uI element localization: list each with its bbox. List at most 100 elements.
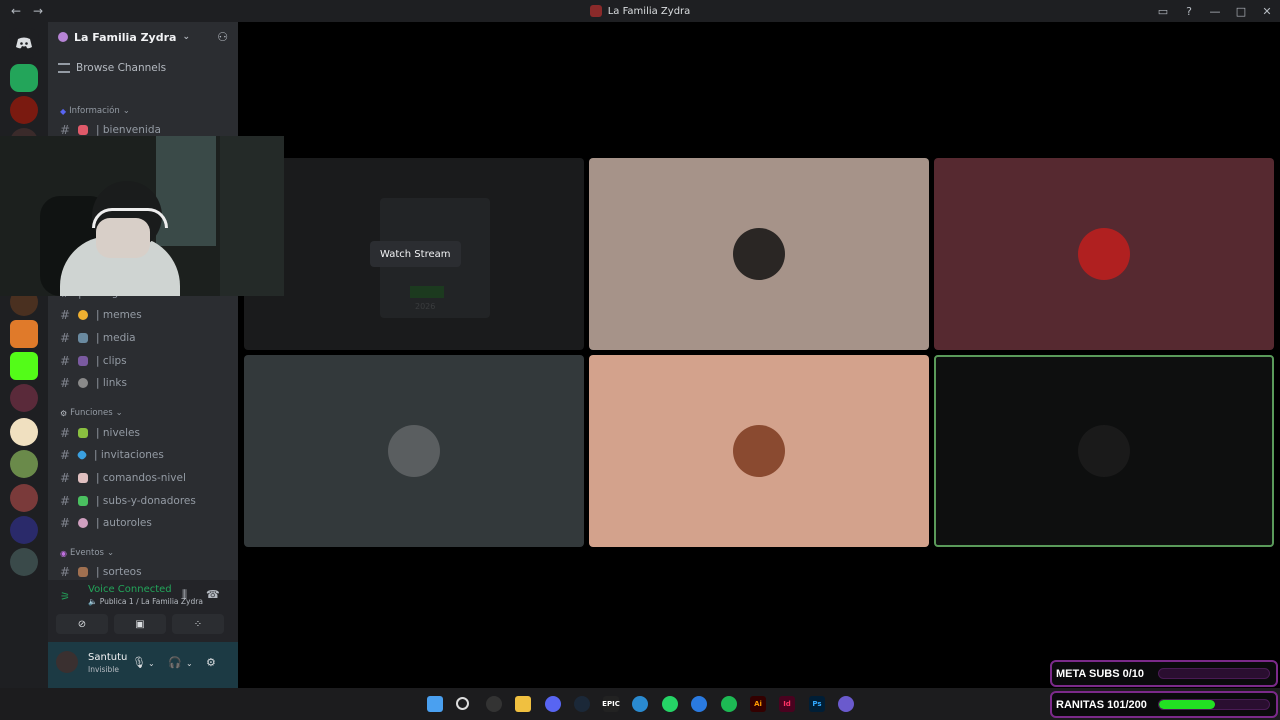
user-status: Invisible [88, 665, 119, 674]
category-label: Funciones [70, 408, 113, 418]
hash-icon: # [60, 565, 71, 579]
participant-tile-4[interactable] [589, 355, 929, 547]
username[interactable]: Santutu [88, 652, 127, 663]
participant-tile-5-speaking[interactable] [934, 355, 1274, 547]
signal-icon[interactable]: ⚞ [60, 590, 70, 603]
camera-off-button[interactable]: ⊘ [56, 614, 108, 634]
kick-server-icon[interactable] [10, 352, 38, 380]
channel-niveles[interactable]: # | niveles [60, 424, 140, 442]
avatar [733, 228, 785, 280]
photo-icon [78, 333, 88, 343]
channel-clips[interactable]: # | clips [60, 352, 127, 370]
category-informacion[interactable]: ◆ Información ⌄ [60, 106, 130, 116]
stream-tile[interactable]: 2026 Watch Stream [244, 158, 584, 350]
category-funciones[interactable]: ⚙ Funciones ⌄ [60, 408, 123, 418]
activities-button[interactable]: ⁘ [172, 614, 224, 634]
webcam-overlay [0, 136, 284, 296]
channel-autoroles[interactable]: # | autoroles [60, 514, 152, 532]
obs-icon[interactable] [486, 696, 502, 712]
forward-arrow-icon[interactable]: → [30, 4, 46, 18]
window-controls: ▭ ? — □ ✕ [1156, 0, 1274, 22]
search-icon[interactable] [456, 697, 469, 710]
server-folder-icon[interactable] [10, 64, 38, 92]
server-rail [0, 22, 48, 688]
participant-tile-3[interactable] [244, 355, 584, 547]
disconnect-icon[interactable]: ☎ [206, 588, 220, 601]
server-icon-11[interactable] [10, 548, 38, 576]
back-arrow-icon[interactable]: ← [8, 4, 24, 18]
participant-tile-1[interactable] [589, 158, 929, 350]
channel-subs-y-donadores[interactable]: # | subs-y-donadores [60, 492, 196, 510]
server-icon-7[interactable] [10, 418, 38, 446]
channel-label: | bienvenida [96, 124, 161, 136]
edge-icon[interactable] [632, 696, 648, 712]
soundboard-icon[interactable]: ⫼ [182, 588, 187, 602]
server-icon-10[interactable] [10, 516, 38, 544]
goal-label: RANITAS 101/200 [1056, 698, 1147, 711]
maximize-button[interactable]: □ [1234, 5, 1248, 18]
chevron-down-icon: ⌄ [182, 32, 190, 42]
microphone-icon[interactable]: 🎙 [132, 656, 146, 669]
category-eventos[interactable]: ◉ Eventos ⌄ [60, 548, 114, 558]
inbox-icon[interactable]: ▭ [1156, 5, 1170, 18]
hash-icon: # [60, 426, 71, 440]
server-header[interactable]: La Familia Zydra ⌄ ⚇ [48, 22, 238, 52]
channel-label: | clips [96, 355, 127, 367]
palette-icon [78, 518, 88, 528]
steam-icon[interactable] [574, 696, 590, 712]
hash-icon: # [60, 354, 71, 368]
screen-share-button[interactable]: ▣ [114, 614, 166, 634]
browse-channels-button[interactable]: Browse Channels [58, 62, 166, 74]
server-icon-6[interactable] [10, 384, 38, 412]
epic-games-icon[interactable]: EPIC [602, 696, 620, 712]
spotify-icon[interactable] [721, 696, 737, 712]
windows-start-icon[interactable] [427, 696, 443, 712]
help-icon[interactable]: ? [1182, 5, 1196, 18]
settings-gear-icon[interactable]: ⚙ [206, 656, 216, 669]
server-icon-4[interactable] [10, 320, 38, 348]
bluetooth-icon[interactable] [691, 696, 707, 712]
channel-memes[interactable]: # | memes [60, 306, 142, 324]
channel-sidebar: La Familia Zydra ⌄ ⚇ Browse Channels ◆ I… [48, 22, 238, 688]
illustrator-icon[interactable]: Ai [750, 696, 766, 712]
avatar[interactable] [56, 651, 78, 673]
voice-panel: ⚞ Voice Connected 🔈 Publica 1 / La Famil… [48, 580, 238, 642]
close-button[interactable]: ✕ [1260, 5, 1274, 18]
channel-label: | autoroles [96, 517, 152, 529]
channel-media[interactable]: # | media [60, 329, 136, 347]
voice-status[interactable]: Voice Connected [88, 584, 172, 595]
discord-home-icon[interactable] [9, 28, 39, 58]
minimize-button[interactable]: — [1208, 5, 1222, 18]
chevron-down-icon[interactable]: ⌄ [186, 659, 193, 668]
headphones-icon[interactable]: 🎧 [168, 656, 182, 669]
discord-icon[interactable] [545, 696, 561, 712]
watch-stream-button[interactable]: Watch Stream [370, 241, 461, 267]
chevron-down-icon[interactable]: ⌄ [148, 659, 155, 668]
app-icon[interactable] [838, 696, 854, 712]
channel-invitaciones[interactable]: # | invitaciones [60, 446, 164, 464]
channel-links[interactable]: # | links [60, 374, 127, 392]
goal-widget-ranitas: RANITAS 101/200 [1050, 691, 1278, 718]
avatar [1078, 228, 1130, 280]
hash-icon: # [60, 331, 71, 345]
money-icon [78, 496, 88, 506]
badge-icon [78, 428, 88, 438]
chevron-down-icon: ⌄ [122, 106, 130, 116]
channel-sorteos[interactable]: # | sorteos [60, 563, 142, 581]
participant-tile-2[interactable] [934, 158, 1274, 350]
person-add-icon[interactable]: ⚇ [217, 30, 228, 44]
server-icon-8[interactable] [10, 450, 38, 478]
server-icon-9[interactable] [10, 484, 38, 512]
whatsapp-icon[interactable] [662, 696, 678, 712]
headphones [92, 208, 168, 228]
hash-icon: # [60, 448, 71, 462]
goal-progress-fill [1159, 700, 1215, 709]
stream-preview-badge [410, 286, 444, 298]
photoshop-icon[interactable]: Ps [809, 696, 825, 712]
channel-comandos-nivel[interactable]: # | comandos-nivel [60, 469, 186, 487]
hash-icon: # [60, 376, 71, 390]
channel-label: | subs-y-donadores [96, 495, 196, 507]
indesign-icon[interactable]: Id [779, 696, 795, 712]
server-icon-1[interactable] [10, 96, 38, 124]
file-explorer-icon[interactable] [515, 696, 531, 712]
